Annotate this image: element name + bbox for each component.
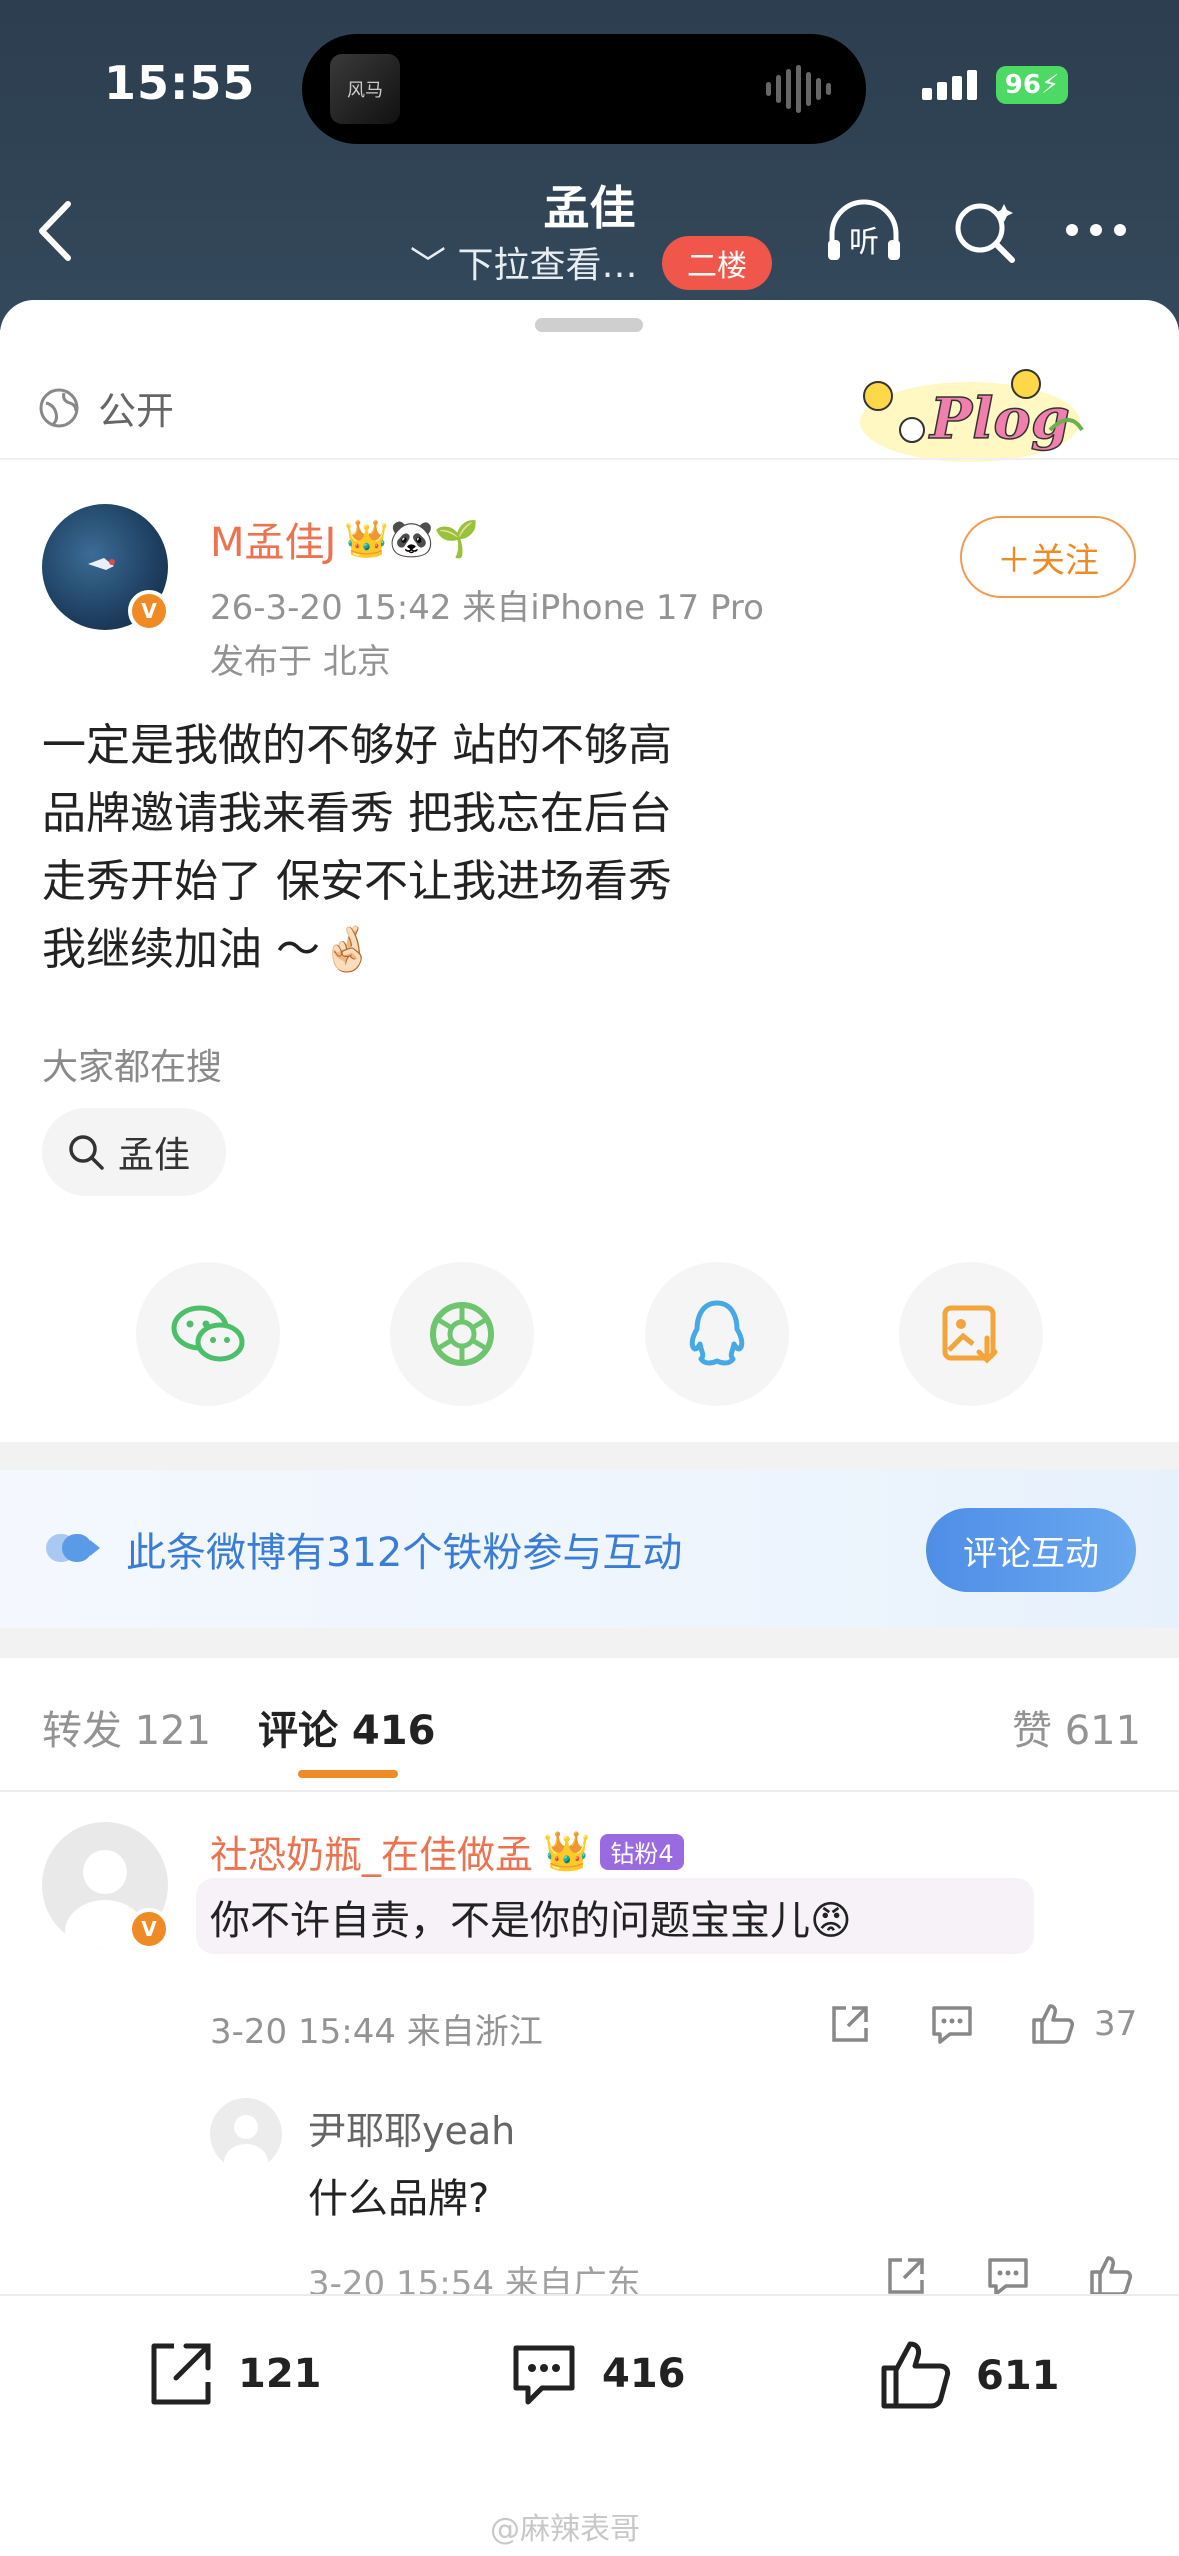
comment-count: 416	[602, 2351, 686, 2397]
status-time: 15:55	[104, 56, 256, 110]
watermark: @麻辣表哥	[490, 2512, 640, 2547]
listen-label: 听	[849, 225, 879, 260]
second-floor-badge[interactable]: 二楼	[662, 236, 772, 290]
like-icon	[881, 2341, 951, 2409]
repost-button[interactable]: 121	[142, 2336, 322, 2412]
verified-badge: V	[128, 590, 170, 632]
share-wechat-button[interactable]	[136, 1262, 280, 1406]
tab-comment[interactable]: 评论 416	[258, 1698, 435, 1756]
share-row	[0, 1262, 1179, 1406]
follow-button[interactable]: ＋关注	[960, 516, 1136, 598]
like-reply-icon[interactable]	[1086, 2252, 1134, 2300]
save-image-button[interactable]	[899, 1262, 1043, 1406]
plog-sticker: Plog	[860, 369, 1084, 462]
repost-icon	[151, 2343, 211, 2405]
share-qq-button[interactable]	[645, 1262, 789, 1406]
more-icon[interactable]	[1066, 218, 1136, 242]
post-body: 一定是我做的不够好 站的不够高 品牌邀请我来看秀 把我忘在后台 走秀开始了 保安…	[42, 712, 1142, 984]
post-line: 走秀开始了 保安不让我进场看秀	[42, 856, 672, 907]
cell-signal-icon	[922, 70, 977, 100]
now-playing-thumbnail: 风马	[330, 54, 400, 124]
pull-down-hint[interactable]: ﹀ 下拉查看…	[410, 236, 637, 288]
like-comment-icon[interactable]	[1028, 2000, 1076, 2048]
reply-reply-icon[interactable]	[984, 2252, 1032, 2300]
author-name[interactable]: M孟佳J 👑🐼🌱	[210, 510, 479, 568]
listen-icon[interactable]: 听	[822, 196, 906, 266]
battery-indicator: 96 ⚡	[996, 66, 1068, 104]
moments-icon	[430, 1302, 494, 1366]
search-chip[interactable]: 孟佳	[42, 1108, 226, 1196]
audio-wave-icon	[766, 64, 836, 114]
verified-badge: V	[128, 1908, 170, 1950]
fans-interaction-icon	[46, 1534, 100, 1562]
search-chip-label: 孟佳	[118, 1135, 191, 1176]
globe-icon	[39, 388, 79, 427]
author-name-text: M孟佳J	[210, 520, 337, 566]
plog-label: Plog	[928, 386, 1070, 452]
post-line: 品牌邀请我来看秀 把我忘在后台	[42, 788, 672, 839]
comment-button[interactable]: 416	[506, 2336, 686, 2412]
share-comment-icon[interactable]	[826, 2000, 874, 2048]
post-meta: 26-3-20 15:42 来自iPhone 17 Pro	[210, 588, 764, 628]
author-badges: 👑🐼🌱	[344, 519, 479, 560]
like-count: 611	[976, 2353, 1060, 2399]
crown-icon: 👑	[543, 1829, 591, 1873]
top-bar: 15:55 风马 96 ⚡ 孟佳 ﹀ 下拉查看… 二楼 听	[0, 0, 1179, 330]
trending-search-label: 大家都在搜	[42, 1047, 223, 1088]
default-avatar-icon	[224, 2115, 268, 2180]
qq-icon	[689, 1300, 745, 1366]
tab-repost[interactable]: 转发 121	[42, 1698, 211, 1756]
share-moments-button[interactable]	[390, 1262, 534, 1406]
wechat-icon	[171, 1305, 245, 1362]
share-reply-icon[interactable]	[882, 2252, 930, 2300]
post-sheet: 公开 Plog V M孟佳J 👑🐼🌱 26-3-20 15:42 来自iPhon…	[0, 300, 1179, 2556]
dynamic-island[interactable]: 风马	[302, 34, 866, 144]
search-icon[interactable]	[950, 196, 1020, 266]
post-line: 一定是我做的不够好 站的不够高	[42, 720, 672, 771]
visibility-label: 公开	[98, 389, 175, 433]
divider	[0, 458, 1179, 460]
comment-like-count: 37	[1094, 2004, 1138, 2044]
fans-banner-text: 此条微博有312个铁粉参与互动	[126, 1530, 683, 1576]
repost-count: 121	[238, 2351, 322, 2397]
comment-interact-button[interactable]: 评论互动	[926, 1508, 1136, 1592]
comment-icon	[513, 2345, 575, 2405]
reply-comment-icon[interactable]	[928, 2000, 976, 2048]
section-gap	[0, 1628, 1179, 1658]
bottom-action-bar: 121 416 611 @麻辣表哥	[0, 2294, 1179, 2556]
comment-meta: 3-20 15:44 来自浙江	[210, 2012, 543, 2052]
post-line: 我继续加油 ～🤞🏻	[42, 924, 375, 975]
divider	[0, 1790, 1179, 1792]
section-gap	[0, 1442, 1179, 1470]
comment-text: 你不许自责，不是你的问题宝宝儿😡	[210, 1898, 852, 1944]
search-icon	[69, 1135, 104, 1170]
replier-name[interactable]: 尹耶耶yeah	[308, 2100, 515, 2155]
reply-text: 什么品牌?	[308, 2176, 490, 2222]
post-tabs: 转发 121 评论 416 赞 611	[0, 1658, 1179, 1790]
replier-avatar[interactable]	[210, 2098, 282, 2180]
post-location: 发布于 北京	[210, 642, 391, 682]
commenter-name[interactable]: 社恐奶瓶_在佳做孟 👑 钻粉4	[210, 1824, 684, 1879]
visibility-indicator: 公开	[38, 380, 174, 435]
fans-banner[interactable]: 此条微博有312个铁粉参与互动 评论互动	[0, 1470, 1179, 1628]
tab-like[interactable]: 赞 611	[1012, 1698, 1141, 1756]
active-tab-indicator	[298, 1770, 398, 1778]
sheet-grabber[interactable]	[535, 318, 643, 332]
commenter-name-text: 社恐奶瓶_在佳做孟	[210, 1833, 534, 1877]
like-button[interactable]: 611	[876, 2336, 1060, 2416]
save-image-icon	[942, 1305, 998, 1364]
fan-level-badge: 钻粉4	[600, 1833, 684, 1870]
